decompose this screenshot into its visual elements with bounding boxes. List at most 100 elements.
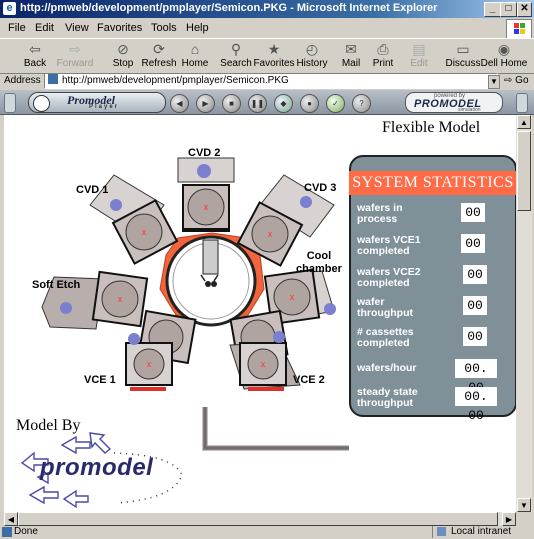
stat-label-wafers-in-process: wafers in process — [357, 202, 403, 225]
go-button[interactable]: ⇨ Go — [504, 75, 529, 86]
menu-bar: File Edit View Favorites Tools Help — [0, 18, 534, 39]
mail-icon: ✉ — [345, 41, 357, 57]
window-title: http://pmweb/development/pmplayer/Semico… — [20, 2, 438, 14]
address-dropdown-arrow[interactable]: ▼ — [488, 75, 500, 89]
home-button[interactable]: ⌂ Home — [174, 41, 216, 69]
edit-button[interactable]: ▤ Edit — [398, 41, 440, 69]
history-button[interactable]: ◴ History — [291, 41, 333, 69]
stat-label-cassettes-completed: # cassettes completed — [357, 326, 414, 349]
svg-text:x: x — [261, 359, 266, 369]
promodel-brand-logo: powered by PROMODEL simulation — [405, 92, 503, 113]
vertical-scrollbar[interactable]: ▲ ▼ — [516, 115, 532, 512]
player-logo-subtext: Player — [89, 104, 120, 110]
minimize-button[interactable]: _ — [484, 2, 501, 17]
stat-label-wafers-vce2: wafers VCE2 completed — [357, 266, 421, 289]
brand-sub: simulation — [458, 107, 481, 113]
close-button[interactable]: ✕ — [517, 2, 532, 17]
back-button[interactable]: ⇦ Back — [14, 41, 56, 69]
stat-label-wafers-per-hour: wafers/hour — [357, 362, 417, 374]
scroll-left-button[interactable]: ◀ — [4, 512, 18, 526]
address-bar: Address http://pmweb/development/pmplaye… — [0, 72, 534, 91]
discuss-icon: ▭ — [456, 41, 470, 57]
label-soft-etch: Soft Etch — [32, 279, 81, 291]
model-canvas[interactable]: Flexible Model x x x x x x x CVD 2 CVD 1… — [4, 115, 516, 512]
stat-value-steady-state: 00. 00 — [455, 387, 497, 423]
scroll-right-button[interactable]: ▶ — [502, 512, 516, 526]
player-button-6[interactable]: ● — [300, 94, 319, 113]
menu-help[interactable]: Help — [186, 22, 209, 34]
page-icon — [48, 74, 58, 84]
svg-text:x: x — [118, 294, 123, 304]
promodel-logo-text: promodel — [40, 454, 154, 481]
forward-arrow-icon: ⇨ — [69, 41, 81, 57]
zone-text: Local intranet — [451, 526, 512, 537]
stat-label-steady-state: steady state throughput — [357, 386, 418, 409]
horizontal-scrollbar[interactable]: ◀ ▶ — [4, 512, 516, 526]
svg-text:x: x — [204, 202, 209, 212]
player-button-8[interactable]: ? — [352, 94, 371, 113]
stat-value-wafers-vce1: 00 — [461, 234, 485, 253]
right-handle-icon — [516, 93, 528, 113]
address-label: Address — [4, 75, 41, 86]
stat-label-wafers-vce1: wafers VCE1 completed — [357, 234, 421, 257]
search-icon: ⚲ — [230, 41, 242, 57]
dell-home-button[interactable]: ◉ Dell Home — [480, 41, 528, 69]
horizontal-scroll-thumb[interactable] — [18, 512, 498, 526]
refresh-icon: ⟳ — [153, 41, 165, 57]
player-button-4[interactable]: ❚❚ — [248, 94, 267, 113]
scroll-down-button[interactable]: ▼ — [517, 498, 531, 512]
scroll-up-button[interactable]: ▲ — [517, 115, 531, 129]
menu-edit[interactable]: Edit — [35, 22, 54, 34]
player-button-1[interactable]: ◀ — [170, 94, 189, 113]
stat-value-wafers-in-process: 00 — [461, 203, 485, 222]
promodel-player-logo: Promodel Player — [28, 92, 166, 113]
menu-tools[interactable]: Tools — [151, 22, 177, 34]
station-cvd2: x — [177, 157, 235, 232]
page-done-icon — [2, 527, 12, 537]
stats-title: SYSTEM STATISTICS — [349, 171, 516, 195]
intranet-icon — [437, 527, 446, 536]
forward-button[interactable]: ⇨ Forward — [54, 41, 96, 69]
vertical-scroll-thumb[interactable] — [517, 131, 531, 211]
menu-favorites[interactable]: Favorites — [97, 22, 142, 34]
label-cvd1: CVD 1 — [76, 184, 109, 196]
system-statistics-panel: SYSTEM STATISTICS wafers in process 00 w… — [349, 155, 516, 423]
player-button-7[interactable]: ✓ — [326, 94, 345, 113]
player-button-3[interactable]: ■ — [222, 94, 241, 113]
label-cvd3: CVD 3 — [304, 182, 337, 194]
maximize-button[interactable]: □ — [500, 2, 517, 17]
stop-icon: ⊘ — [117, 41, 129, 57]
stat-value-wafers-per-hour: 00. 00 — [455, 359, 497, 395]
ie-icon: e — [3, 2, 16, 15]
svg-text:x: x — [290, 292, 295, 302]
history-icon: ◴ — [305, 41, 319, 57]
conveyor-path — [202, 407, 349, 451]
player-button-2[interactable]: ▶ — [196, 94, 215, 113]
menu-view[interactable]: View — [65, 22, 89, 34]
standard-toolbar: ⇦ Back ⇨ Forward ⊘ Stop ⟳ Refresh ⌂ Home ⚲ Sea… — [0, 38, 534, 74]
left-handle-icon — [4, 93, 16, 113]
svg-text:x: x — [142, 227, 147, 237]
dell-home-icon: ◉ — [497, 41, 511, 57]
label-cvd2: CVD 2 — [188, 147, 221, 159]
menu-file[interactable]: File — [8, 22, 26, 34]
player-button-5[interactable]: ◆ — [274, 94, 293, 113]
discuss-button[interactable]: ▭ Discuss — [442, 41, 484, 69]
go-icon: ⇨ — [504, 75, 513, 86]
edit-icon: ▤ — [412, 41, 426, 57]
stat-value-cassettes-completed: 00 — [463, 327, 487, 346]
svg-text:x: x — [147, 359, 152, 369]
address-value: http://pmweb/development/pmplayer/Semico… — [62, 75, 289, 86]
address-input[interactable]: http://pmweb/development/pmplayer/Semico… — [44, 73, 498, 89]
station-vce2: x — [229, 309, 301, 391]
stat-value-wafers-vce2: 00 — [463, 265, 487, 284]
stat-value-wafer-throughput: 00 — [463, 296, 487, 315]
status-bar: Done Local intranet — [0, 526, 534, 539]
label-vce1: VCE 1 — [84, 374, 116, 386]
window-title-bar[interactable]: e http://pmweb/development/pmplayer/Semi… — [0, 0, 534, 18]
windows-logo-icon — [506, 19, 532, 39]
robot-arm — [202, 239, 219, 275]
status-text: Done — [14, 526, 38, 537]
zone-panel: Local intranet — [432, 526, 533, 538]
promodel-player-toolbar: Promodel Player ◀ ▶ ■ ❚❚ ◆ ● ✓ ? powered… — [0, 90, 534, 115]
